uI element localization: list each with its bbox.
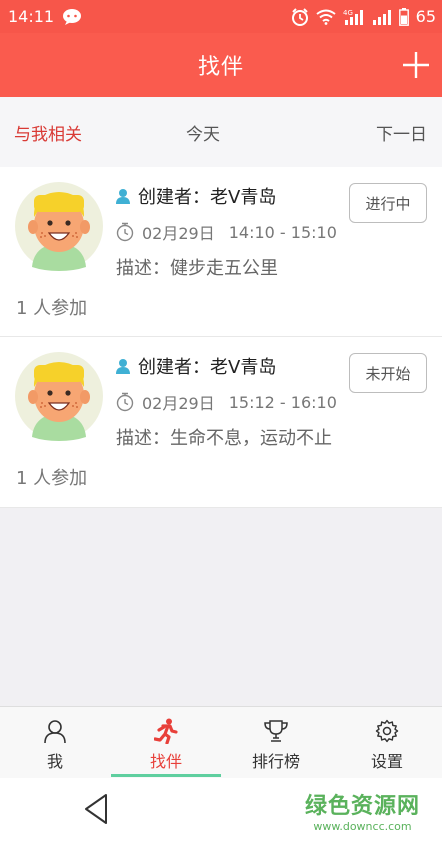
watermark-title: 绿色资源网: [304, 794, 420, 819]
event-time-range: 14:10 - 15:10: [228, 222, 337, 242]
nav-label-me: 我: [46, 752, 63, 771]
time-row: 02月29日 14:10 - 15:10: [116, 220, 337, 244]
event-list: 创建者：老V青岛 02月29日 14:10 - 15:10 描述：健步走五公里 …: [0, 167, 442, 508]
person-icon: [116, 189, 130, 204]
bottom-nav: 我 找伴 排行榜 设置: [0, 706, 442, 778]
person-icon: [116, 359, 130, 374]
list-item[interactable]: 创建者：老V青岛 02月29日 14:10 - 15:10 描述：健步走五公里 …: [0, 167, 442, 337]
nav-item-settings[interactable]: 设置: [332, 707, 442, 779]
nav-item-ranking[interactable]: 排行榜: [221, 707, 331, 779]
nav-label-ranking: 排行榜: [251, 752, 300, 771]
back-button[interactable]: [82, 792, 112, 826]
page-title: 找伴: [197, 55, 244, 80]
battery-level: [398, 7, 409, 26]
tab-next-day[interactable]: 下一日: [376, 120, 427, 145]
creator-row: 创建者：老V青岛: [116, 353, 276, 379]
battery-percentage: 65: [415, 7, 436, 26]
event-description: 描述：健步走五公里: [116, 258, 278, 279]
event-time-range: 15:12 - 16:10: [228, 392, 337, 412]
nav-label-find-partner: 找伴: [149, 752, 182, 771]
add-button[interactable]: [400, 49, 432, 81]
status-right: 4G 65: [291, 7, 436, 26]
watermark-url: www.downcc.com: [313, 820, 412, 833]
watermark: 绿色资源网 www.downcc.com: [305, 788, 420, 833]
time-row: 02月29日 15:12 - 16:10: [116, 390, 337, 414]
nav-label-settings: 设置: [370, 752, 403, 771]
alarm-icon: [291, 7, 309, 26]
tab-related-to-me[interactable]: 与我相关: [14, 120, 82, 145]
nav-item-me[interactable]: 我: [0, 707, 110, 779]
signal-icon: [372, 8, 392, 26]
creator-row: 创建者：老V青岛: [116, 183, 276, 209]
status-button-in-progress[interactable]: 进行中: [349, 183, 427, 223]
creator-name: 创建者：老V青岛: [138, 187, 277, 208]
back-triangle-icon: [85, 794, 107, 824]
event-description: 描述：生命不息，运动不止: [116, 428, 332, 449]
event-date: 02月29日: [142, 394, 215, 413]
running-icon: [154, 718, 178, 744]
date-tabs: 与我相关 今天 下一日: [0, 97, 442, 167]
app-header: 找伴: [0, 33, 442, 97]
status-left: 14:11: [8, 7, 82, 26]
event-date: 02月29日: [142, 224, 215, 243]
chat-bubble-icon: [62, 8, 82, 26]
stopwatch-icon: [116, 222, 134, 242]
participant-count: 1 人参加: [16, 298, 88, 319]
avatar: [14, 181, 104, 271]
signal-icon: 4G: [343, 8, 365, 26]
person-outline-icon: [43, 718, 67, 744]
signal-type-label: 4G: [343, 9, 353, 17]
nav-item-find-partner[interactable]: 找伴: [111, 707, 221, 779]
status-bar: 14:11 4G 65: [0, 0, 442, 33]
gear-icon: [375, 718, 399, 744]
active-tab-indicator: [111, 774, 221, 777]
list-item[interactable]: 创建者：老V青岛 02月29日 15:12 - 16:10 描述：生命不息，运动…: [0, 337, 442, 508]
status-time: 14:11: [8, 7, 55, 26]
tab-today[interactable]: 今天: [186, 120, 220, 145]
system-nav-bar: 绿色资源网 www.downcc.com: [0, 778, 442, 841]
avatar: [14, 351, 104, 441]
trophy-icon: [263, 718, 289, 744]
creator-name: 创建者：老V青岛: [138, 357, 277, 378]
stopwatch-icon: [116, 392, 134, 412]
status-button-not-started[interactable]: 未开始: [349, 353, 427, 393]
participant-count: 1 人参加: [16, 468, 88, 489]
plus-icon: [403, 52, 429, 78]
wifi-icon: [316, 9, 336, 25]
